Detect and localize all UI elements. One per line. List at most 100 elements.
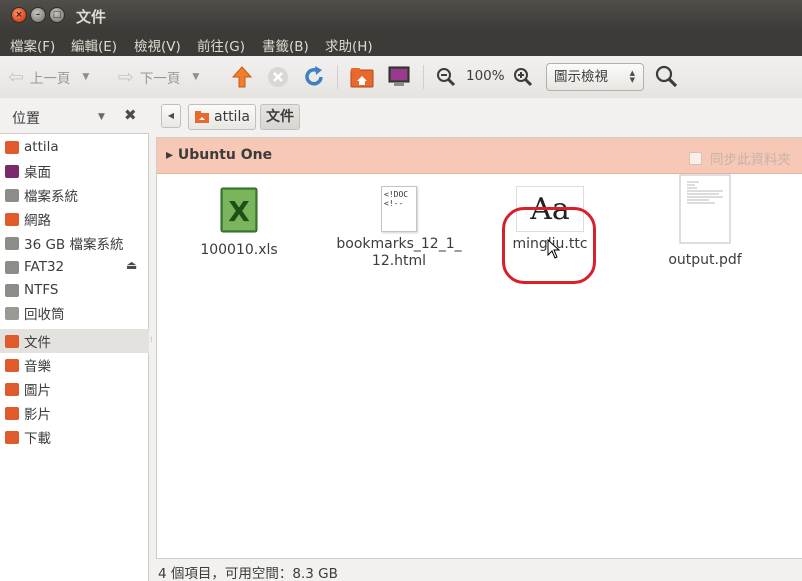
places-sidebar: 位置 ▼ ✖ attila 桌面 檔案系統 網路 36 GB 檔案系統 FAT3… xyxy=(0,98,150,581)
sidebar-item-music[interactable]: 音樂 xyxy=(0,353,149,377)
places-list: attila 桌面 檔案系統 網路 36 GB 檔案系統 FAT32 ⏏ NTF… xyxy=(0,133,149,581)
sidebar-item-ntfs[interactable]: NTFS xyxy=(0,278,149,302)
computer-icon[interactable] xyxy=(386,64,412,90)
path-scroll-left-button[interactable]: ◀ xyxy=(161,104,181,128)
home-folder-icon xyxy=(195,111,209,123)
menu-go[interactable]: 前往(G) xyxy=(197,35,245,55)
forward-history-dropdown-icon[interactable]: ▼ xyxy=(192,72,199,82)
zoom-out-icon[interactable] xyxy=(433,64,459,90)
ubuntu-one-title[interactable]: ▸ Ubuntu One xyxy=(166,147,272,163)
file-item[interactable]: <!DOC <!-- bookmarks_12_1_ 12.html xyxy=(329,186,469,270)
crumb-label: attila xyxy=(214,109,250,125)
minimize-window-button[interactable]: – xyxy=(30,7,46,23)
svg-text:X: X xyxy=(228,195,250,228)
sidebar-item-label: 影片 xyxy=(24,407,51,423)
sidebar-item-label: 回收筒 xyxy=(24,307,65,323)
sidebar-item-label: 檔案系統 xyxy=(24,189,78,205)
sidebar-mode-dropdown-icon[interactable]: ▼ xyxy=(98,112,105,122)
sync-folder-checkbox xyxy=(689,151,702,165)
forward-button-label: 下一頁 xyxy=(139,71,181,87)
sidebar-item-desktop[interactable]: 桌面 xyxy=(0,159,149,183)
music-folder-icon xyxy=(5,358,19,372)
pictures-folder-icon xyxy=(5,382,19,396)
view-mode-select[interactable]: 圖示檢視 ▲ ▼ xyxy=(546,63,644,91)
crumb-home[interactable]: attila xyxy=(188,104,256,130)
documents-folder-icon xyxy=(5,334,19,348)
up-arrow-icon[interactable] xyxy=(229,64,255,90)
videos-folder-icon xyxy=(5,406,19,420)
drive-icon xyxy=(5,260,19,274)
file-view: ▸ Ubuntu One 同步此資料夾 X 100010.xls <!DOC <… xyxy=(156,137,802,558)
ubuntu-one-bar[interactable]: ▸ Ubuntu One 同步此資料夾 xyxy=(157,138,802,174)
zoom-in-icon[interactable] xyxy=(510,64,536,90)
desktop-icon xyxy=(5,164,19,178)
sidebar-item-label: 文件 xyxy=(24,335,51,351)
sidebar-item-label: attila xyxy=(24,139,59,155)
sidebar-item-36gb-volume[interactable]: 36 GB 檔案系統 xyxy=(0,231,149,255)
back-button[interactable]: ⇦ 上一頁 ▼ xyxy=(8,65,89,89)
menu-bar: 檔案(F) 編輯(E) 檢視(V) 前往(G) 書籤(B) 求助(H) xyxy=(0,30,802,56)
file-name: bookmarks_12_1_ 12.html xyxy=(336,236,462,269)
maximize-icon: □ xyxy=(52,10,62,20)
sidebar-item-label: 36 GB 檔案系統 xyxy=(24,237,124,253)
path-bar: ◀ attila 文件 xyxy=(156,98,802,136)
sidebar-header: 位置 xyxy=(12,111,40,127)
sidebar-item-home[interactable]: attila xyxy=(0,135,149,159)
view-mode-value: 圖示檢視 xyxy=(554,69,608,85)
menu-edit[interactable]: 編輯(E) xyxy=(71,35,117,55)
back-history-dropdown-icon[interactable]: ▼ xyxy=(82,72,89,82)
menu-view[interactable]: 檢視(V) xyxy=(134,35,181,55)
sidebar-item-label: NTFS xyxy=(24,282,59,298)
status-bar: 4 個項目，可用空間：8.3 GB xyxy=(156,558,802,581)
crumb-current[interactable]: 文件 xyxy=(260,104,300,130)
sidebar-item-documents[interactable]: 文件 xyxy=(0,329,149,353)
maximize-window-button[interactable]: □ xyxy=(49,7,65,23)
status-text: 4 個項目，可用空間：8.3 GB xyxy=(158,566,338,581)
home-folder-icon[interactable] xyxy=(349,64,375,90)
sync-folder-label: 同步此資料夾 xyxy=(710,152,791,168)
menu-bookmarks[interactable]: 書籤(B) xyxy=(262,35,309,55)
sidebar-resize-handle[interactable]: ⁞ xyxy=(150,335,153,344)
file-item[interactable]: X 100010.xls xyxy=(169,186,309,259)
sidebar-close-icon[interactable]: ✖ xyxy=(124,106,137,124)
reload-icon[interactable] xyxy=(301,64,327,90)
home-folder-icon xyxy=(5,140,19,154)
file-name: 100010.xls xyxy=(200,242,278,258)
spreadsheet-icon: X xyxy=(220,187,258,233)
title-bar: × – □ 文件 xyxy=(0,0,802,30)
sidebar-item-trash[interactable]: 回收筒 xyxy=(0,301,149,325)
sidebar-item-videos[interactable]: 影片 xyxy=(0,401,149,425)
pdf-document-icon xyxy=(679,174,731,244)
eject-icon[interactable]: ⏏ xyxy=(126,258,137,272)
downloads-folder-icon xyxy=(5,430,19,444)
toolbar: ⇦ 上一頁 ▼ ⇨ 下一頁 ▼ 100% xyxy=(0,56,802,98)
sidebar-item-label: 下載 xyxy=(24,431,51,447)
sidebar-item-network[interactable]: 網路 xyxy=(0,207,149,231)
forward-button[interactable]: ⇨ 下一頁 ▼ xyxy=(118,65,199,89)
file-manager-window: × – □ 文件 檔案(F) 編輯(E) 檢視(V) 前往(G) 書籤(B) 求… xyxy=(0,0,802,581)
file-name: output.pdf xyxy=(668,252,742,268)
crumb-label: 文件 xyxy=(266,109,294,125)
sidebar-item-filesystem[interactable]: 檔案系統 xyxy=(0,183,149,207)
sidebar-item-label: 圖片 xyxy=(24,383,51,399)
drive-icon xyxy=(5,236,19,250)
html-document-icon: <!DOC <!-- xyxy=(381,186,417,232)
trash-icon xyxy=(5,306,19,320)
zoom-level: 100% xyxy=(466,68,505,84)
menu-help[interactable]: 求助(H) xyxy=(325,35,373,55)
back-button-label: 上一頁 xyxy=(29,71,71,87)
file-item[interactable]: output.pdf xyxy=(635,174,775,269)
toolbar-separator xyxy=(423,65,424,89)
sidebar-item-label: 網路 xyxy=(24,213,51,229)
sidebar-item-downloads[interactable]: 下載 xyxy=(0,425,149,449)
close-window-button[interactable]: × xyxy=(11,7,27,23)
menu-file[interactable]: 檔案(F) xyxy=(10,35,55,55)
sidebar-item-pictures[interactable]: 圖片 xyxy=(0,377,149,401)
drive-icon xyxy=(5,188,19,202)
drive-icon xyxy=(5,283,19,297)
mouse-cursor-icon xyxy=(547,239,561,259)
select-arrows-icon: ▲ ▼ xyxy=(629,69,635,84)
sidebar-item-fat32[interactable]: FAT32 ⏏ xyxy=(0,255,149,279)
search-icon[interactable] xyxy=(654,64,680,90)
stop-icon[interactable] xyxy=(265,64,291,90)
